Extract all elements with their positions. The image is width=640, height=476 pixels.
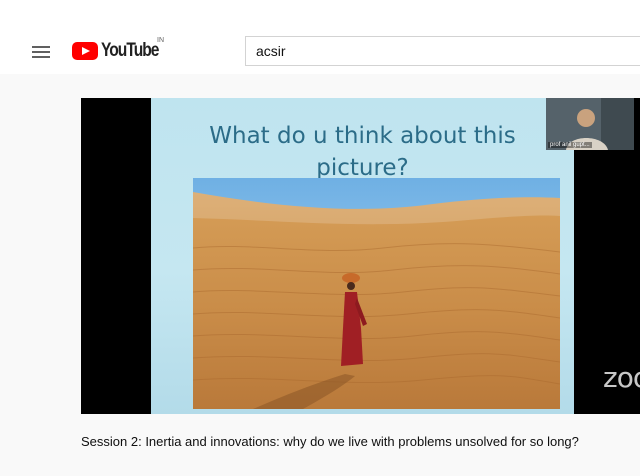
youtube-logo[interactable]: YouTube IN — [72, 37, 171, 62]
slide-title: What do u think about this picture? — [151, 120, 574, 184]
desert-photo — [193, 178, 560, 409]
menu-icon[interactable] — [32, 46, 50, 58]
youtube-play-icon — [72, 42, 98, 60]
masthead: YouTube IN — [0, 0, 640, 74]
presentation-slide: What do u think about this picture? zo — [151, 98, 640, 414]
search-input[interactable] — [245, 36, 640, 66]
country-code: IN — [157, 37, 164, 44]
logo-text: YouTube — [101, 40, 159, 61]
video-player[interactable]: What do u think about this picture? zo p… — [81, 98, 640, 414]
zoom-watermark: zoom — [603, 361, 640, 394]
slide-title-line-1: What do u think about this — [209, 123, 516, 149]
video-title: Session 2: Inertia and innovations: why … — [81, 434, 579, 449]
webcam-name: prof anil gupt... — [548, 142, 592, 148]
webcam-thumbnail: prof anil gupt... — [546, 98, 634, 150]
